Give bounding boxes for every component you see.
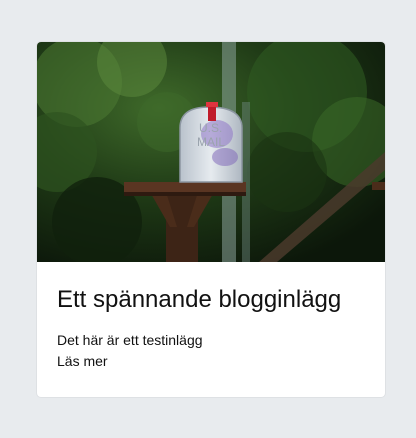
post-excerpt: Det här är ett testinlägg [57, 332, 203, 348]
mailbox-photo: U.S. MAIL [37, 42, 385, 262]
read-more-link[interactable]: Läs mer [57, 351, 108, 371]
svg-text:MAIL: MAIL [197, 135, 225, 149]
svg-text:U.S.: U.S. [199, 121, 222, 135]
blog-post-card: U.S. MAIL Ett spännande blogginlägg Det … [37, 42, 385, 397]
post-title: Ett spännande blogginlägg [57, 286, 342, 313]
post-image[interactable]: U.S. MAIL [37, 42, 385, 262]
card-body: Ett spännande blogginlägg Det här är ett… [37, 285, 385, 371]
